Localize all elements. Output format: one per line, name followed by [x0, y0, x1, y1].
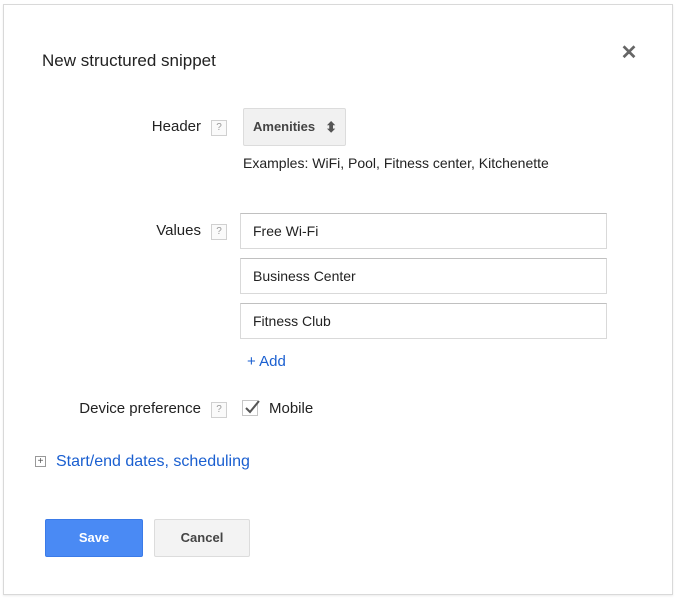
header-examples-text: Examples: WiFi, Pool, Fitness center, Ki…	[243, 155, 549, 171]
mobile-checkbox-label: Mobile	[269, 400, 314, 417]
device-preference-label: Device preference	[79, 400, 201, 417]
sort-arrows-icon: ⬍	[325, 119, 337, 135]
dialog-title: New structured snippet	[42, 51, 216, 70]
header-select-value: Amenities	[253, 119, 316, 134]
value-input-3[interactable]	[240, 303, 607, 339]
scheduling-link[interactable]: Start/end dates, scheduling	[56, 453, 250, 471]
cancel-button[interactable]: Cancel	[154, 519, 250, 557]
header-select[interactable]: Amenities ⬍	[243, 108, 346, 146]
plus-box-icon[interactable]: +	[35, 456, 46, 467]
header-label: Header	[151, 118, 201, 135]
value-input-2[interactable]	[240, 258, 607, 294]
close-icon[interactable]: ✕	[618, 42, 640, 64]
value-input-1[interactable]	[240, 213, 607, 249]
mobile-checkbox[interactable]	[242, 400, 260, 416]
device-help-icon[interactable]: ?	[211, 402, 227, 418]
header-help-icon[interactable]: ?	[211, 120, 227, 136]
values-help-icon[interactable]: ?	[211, 224, 227, 240]
save-button[interactable]: Save	[45, 519, 143, 557]
values-label: Values	[156, 222, 201, 239]
checkmark-icon	[245, 400, 260, 414]
structured-snippet-dialog: New structured snippet ✕	[3, 4, 673, 595]
add-value-link[interactable]: + Add	[247, 353, 286, 370]
